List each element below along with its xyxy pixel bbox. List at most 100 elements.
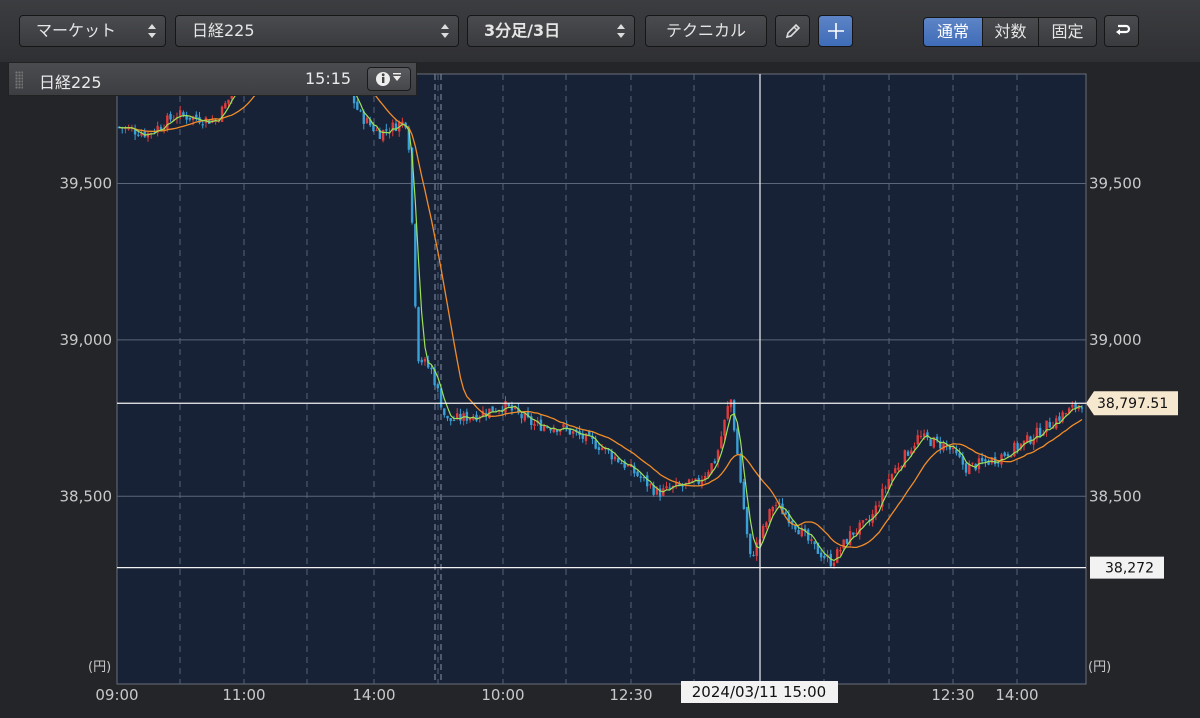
candle-body: [520, 413, 523, 419]
candle-body: [600, 447, 604, 450]
candle-body: [839, 550, 842, 552]
info-icon: [376, 72, 401, 86]
candle-body: [1038, 427, 1042, 437]
candle-body: [913, 445, 916, 449]
candle-body: [1058, 416, 1061, 421]
candle-body: [813, 541, 816, 545]
y-tick-label: 39,000: [1089, 331, 1142, 349]
x-tick-label: 09:00: [95, 686, 138, 704]
low-price-tag: 38,272: [1090, 556, 1164, 579]
x-tick-label: 14:00: [995, 686, 1038, 704]
candle-body: [417, 307, 420, 362]
candle-body: [491, 406, 494, 412]
y-tick-label: 39,000: [60, 331, 113, 349]
candle-body: [819, 552, 823, 558]
candle-body: [951, 447, 955, 450]
candle-body: [436, 384, 440, 389]
y-tick-label: 39,500: [60, 174, 113, 192]
candle-body: [617, 458, 620, 463]
candle-body: [1048, 422, 1051, 428]
candle-body: [594, 440, 597, 449]
last-price-tag: 38,797.51: [1086, 391, 1178, 416]
candle-body: [922, 433, 926, 437]
interval-select-label: 3分足/3日: [484, 21, 561, 40]
y-axis-right: 39,500 39,000 38,500: [1089, 174, 1142, 505]
candle-body: [649, 484, 652, 486]
candle-body: [836, 549, 839, 563]
candle-body: [1026, 435, 1029, 443]
candle-body: [182, 112, 185, 116]
symbol-info-panel[interactable]: 日経225 15:15: [8, 62, 417, 96]
candle-body: [372, 125, 375, 132]
candle-body: [742, 481, 746, 509]
toolbar: マーケット 日経225 3分足/3日 テクニカル 通常 対数 固定: [0, 0, 1200, 62]
candle-body: [884, 487, 887, 489]
price-chart[interactable]: 39,500 39,000 38,500 39,500 39,000 38,500 09…: [0, 62, 1200, 718]
candle-body: [224, 103, 227, 109]
candle-body: [845, 539, 849, 544]
crosshair-button[interactable]: [818, 15, 853, 47]
candle-body: [893, 468, 897, 474]
scale-fixed-button[interactable]: 固定: [1038, 17, 1097, 47]
scale-log-button[interactable]: 対数: [982, 17, 1039, 47]
candle-body: [220, 106, 224, 122]
y-tick-label: 39,500: [1089, 174, 1142, 192]
candle-body: [562, 424, 565, 428]
panel-time: 15:15: [305, 69, 352, 88]
candle-body: [665, 486, 668, 489]
candle-body: [636, 471, 639, 477]
candle-body: [542, 425, 546, 431]
crosshair-time-value: 2024/03/11 15:00: [692, 683, 826, 701]
candle-body: [588, 431, 591, 436]
candle-body: [414, 224, 417, 307]
candle-body: [929, 439, 932, 446]
candle-body: [832, 562, 836, 566]
market-select-label: マーケット: [36, 21, 117, 40]
info-menu-button[interactable]: [367, 67, 411, 91]
candle-body: [877, 505, 881, 507]
scale-normal-button[interactable]: 通常: [923, 17, 983, 47]
candle-body: [713, 461, 717, 464]
candle-body: [443, 408, 446, 416]
draw-tool-button[interactable]: [775, 15, 810, 47]
candle-body: [752, 555, 755, 557]
interval-select[interactable]: 3分足/3日: [467, 15, 635, 47]
candle-body: [745, 507, 749, 535]
candle-body: [465, 411, 469, 421]
candle-body: [1080, 407, 1084, 409]
candle-body: [749, 533, 752, 554]
candle-body: [739, 453, 742, 483]
candle-body: [227, 99, 230, 104]
candle-body: [646, 475, 649, 487]
candle-body: [159, 127, 163, 130]
candle-body: [984, 459, 987, 462]
select-arrows-icon: [617, 24, 625, 38]
x-tick-label: 10:00: [481, 686, 524, 704]
candle-body: [133, 129, 137, 135]
drag-handle[interactable]: [15, 71, 23, 89]
technical-button[interactable]: テクニカル: [645, 15, 767, 47]
candle-body: [897, 467, 900, 470]
candle-body: [694, 478, 697, 480]
unit-label-right: (円): [1088, 660, 1111, 675]
candle-body: [823, 555, 826, 558]
candle-body: [681, 485, 684, 487]
symbol-select[interactable]: 日経225: [175, 15, 459, 47]
candle-body: [188, 117, 192, 120]
candle-body: [906, 451, 910, 456]
y-tick-label: 38,500: [60, 487, 113, 505]
candle-body: [166, 115, 169, 130]
low-price-value: 38,272: [1105, 561, 1154, 577]
candle-body: [459, 413, 462, 421]
market-select[interactable]: マーケット: [19, 15, 166, 47]
return-arrow-icon: [1115, 24, 1130, 35]
candle-body: [523, 413, 527, 421]
candle-body: [620, 463, 623, 465]
unit-label-left: (円): [88, 660, 111, 675]
candle-body: [420, 359, 423, 363]
candle-body: [375, 130, 378, 132]
candle-body: [549, 429, 552, 431]
candle-body: [201, 124, 204, 126]
undo-button[interactable]: [1104, 15, 1139, 47]
x-tick-label: 12:30: [931, 686, 974, 704]
